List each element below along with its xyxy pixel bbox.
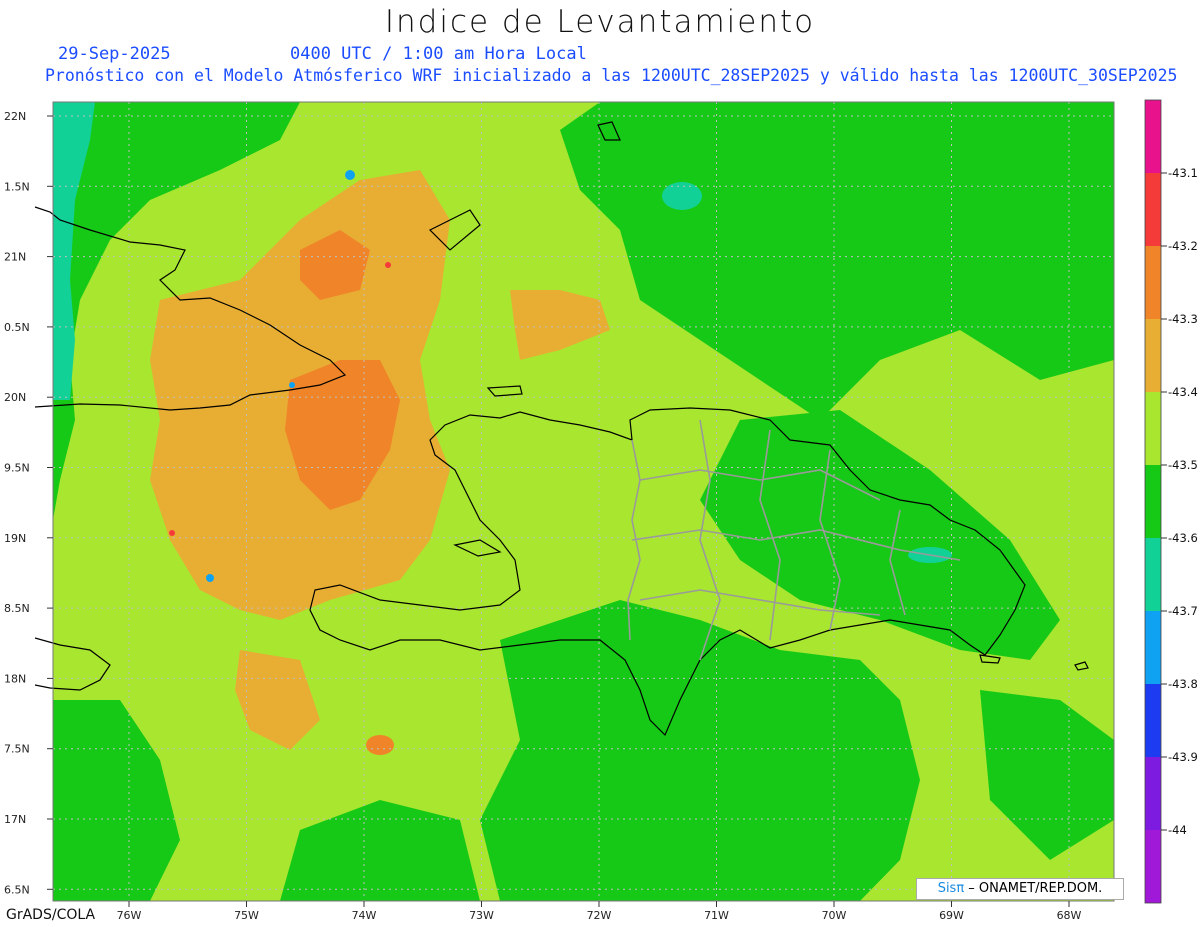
colorbar-segment (1145, 392, 1161, 465)
lon-label: 68W (1057, 909, 1082, 922)
colorbar-label: -43.6 (1168, 531, 1198, 545)
lat-label: 18N (4, 672, 26, 685)
lat-label: 7.5N (4, 743, 30, 756)
colorbar-label: -43.7 (1168, 604, 1198, 618)
colorbar-label: -44 (1168, 823, 1187, 837)
colorbar-segment (1145, 173, 1161, 246)
latitude-labels: 22N 1.5N 21N 0.5N 20N 9.5N 19N 8.5N 18N 7.5N 17N 6.… (4, 110, 53, 896)
lat-label: 6.5N (4, 883, 30, 896)
lon-label: 71W (704, 909, 729, 922)
colorbar-segment (1145, 538, 1161, 611)
colorbar-segment (1145, 830, 1161, 903)
lon-label: 75W (234, 909, 259, 922)
colorbar-label: -43.1 (1168, 166, 1198, 180)
colorbar-label: -43.9 (1168, 750, 1198, 764)
lon-label: 72W (587, 909, 612, 922)
colorbar: -43.1 -43.2 -43.3 -43.4 -43.5 -43.6 -43.7 -43.8… (1144, 99, 1198, 904)
lat-label: 20N (4, 391, 26, 404)
colorbar-label: -43.4 (1168, 385, 1198, 399)
lon-label: 74W (352, 909, 377, 922)
credit-box: Sisπ – ONAMET/REP.DOM. (916, 878, 1124, 900)
lifted-index-map: 22N 1.5N 21N 0.5N 20N 9.5N 19N 8.5N 18N 7.5N 17N 6.… (4, 99, 1198, 922)
lon-label: 76W (117, 909, 142, 922)
field-blue-speck-2 (289, 382, 295, 388)
lat-label: 9.5N (4, 462, 30, 475)
colorbar-label: -43.3 (1168, 312, 1198, 326)
field-blue-speck-1 (345, 170, 355, 180)
colorbar-label: -43.2 (1168, 239, 1198, 253)
colorbar-segment (1145, 100, 1161, 173)
field-red-speck-2 (385, 262, 391, 268)
lat-label: 19N (4, 532, 26, 545)
longitude-labels: 76W 75W 74W 73W 72W 71W 70W 69W 68W (117, 901, 1082, 922)
lat-label: 17N (4, 813, 26, 826)
lat-label: 22N (4, 110, 26, 123)
colorbar-segment (1145, 757, 1161, 830)
colorbar-label: -43.5 (1168, 458, 1198, 472)
field-orange-dark-blob (366, 735, 394, 755)
lon-label: 73W (469, 909, 494, 922)
colorbar-segment (1145, 611, 1161, 684)
lat-label: 21N (4, 251, 26, 264)
lat-label: 1.5N (4, 180, 30, 193)
lat-label: 0.5N (4, 321, 30, 334)
lat-label: 8.5N (4, 602, 30, 615)
map-field (53, 102, 1114, 901)
lon-label: 70W (822, 909, 847, 922)
field-blue-speck-3 (206, 574, 214, 582)
field-red-speck-1 (169, 530, 175, 536)
colorbar-segment (1145, 684, 1161, 757)
credit-org: – ONAMET/REP.DOM. (964, 881, 1103, 896)
colorbar-label: -43.8 (1168, 677, 1198, 691)
credit-sis: Sisπ (937, 881, 965, 896)
footer-grads: GrADS/COLA (6, 907, 96, 923)
lon-label: 69W (939, 909, 964, 922)
colorbar-segment (1145, 246, 1161, 319)
colorbar-segment (1145, 465, 1161, 538)
colorbar-segment (1145, 319, 1161, 392)
